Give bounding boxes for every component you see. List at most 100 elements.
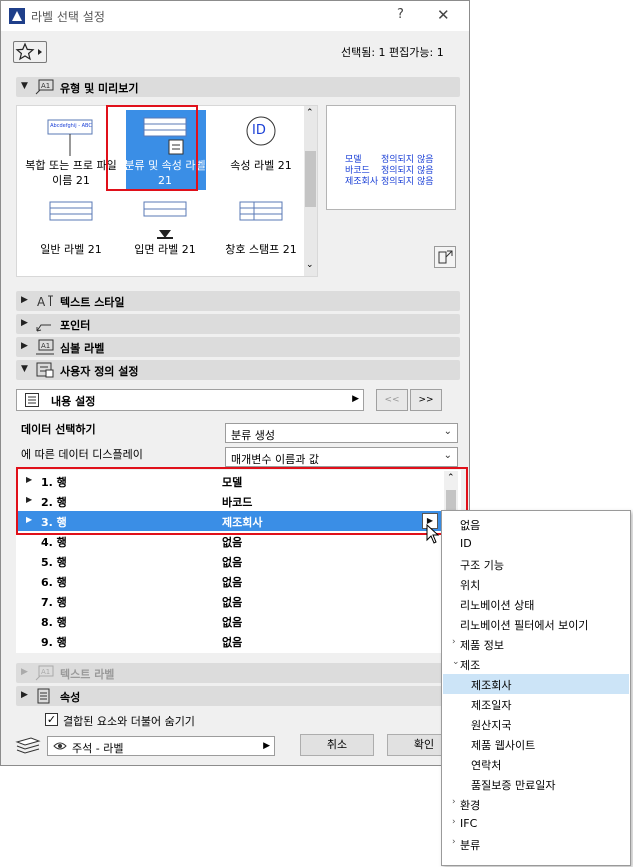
section-pointer[interactable]: ▶ 포인터	[16, 314, 460, 334]
label-thumbnail	[143, 201, 187, 239]
section-label: 포인터	[60, 319, 91, 332]
menu-item[interactable]: 구조 기능	[443, 554, 629, 574]
chevron-right-icon: ›	[452, 837, 456, 847]
mouse-cursor-icon	[426, 523, 440, 547]
row-name: 4. 행	[41, 536, 67, 549]
menu-item[interactable]: 원산지국	[443, 714, 629, 734]
data-select-dropdown[interactable]: 분류 생성 ⌄	[225, 423, 458, 443]
expand-arrow-icon: ▶	[21, 690, 28, 700]
label-type-composite[interactable]: Abcdefghij - ABC 복합 또는 프로 파일 이름 21	[23, 108, 119, 190]
row-name: 8. 행	[41, 616, 67, 629]
scroll-down-icon[interactable]: ⌄	[306, 260, 314, 270]
expand-arrow-icon: ▶	[21, 667, 28, 677]
menu-item-label: 리노베이션 상태	[460, 599, 535, 612]
label-type-property[interactable]: ID 속성 라벨 21	[213, 108, 309, 190]
properties-icon	[34, 687, 56, 708]
row-value: 없음	[222, 596, 243, 609]
layer-dropdown[interactable]: 주석 - 라벨 ▶	[47, 736, 275, 756]
section-custom-settings[interactable]: ▼ 사용자 정의 설정	[16, 360, 460, 380]
label-type-name: 창호 스탬프 21	[225, 243, 297, 256]
cancel-button[interactable]: 취소	[300, 734, 374, 756]
chevron-right-icon: ›	[452, 817, 456, 827]
preview-action-button[interactable]	[434, 246, 456, 268]
menu-group-classification[interactable]: › 분류	[443, 834, 629, 854]
label-type-elevation[interactable]: 입면 라벨 21	[117, 196, 213, 278]
selection-status: 선택됨: 1 편집가능: 1	[341, 46, 444, 59]
menu-item-label: 제품 웹사이트	[471, 739, 536, 752]
table-row[interactable]: 6. 행 없음	[16, 571, 443, 591]
section-text-style[interactable]: ▶ A 텍스트 스타일	[16, 291, 460, 311]
menu-group-manufacturing[interactable]: ⌄ 제조	[443, 654, 629, 674]
layer-icon	[15, 736, 41, 757]
section-label: 속성	[60, 691, 81, 704]
menu-item-label: 품질보증 만료일자	[471, 779, 556, 792]
svg-text:A1: A1	[41, 668, 50, 676]
row-name: 6. 행	[41, 576, 67, 589]
preview-key: 모델	[345, 155, 362, 165]
section-symbol-label[interactable]: ▶ A1 심볼 라벨	[16, 337, 460, 357]
chevron-down-icon: ⌄	[443, 426, 452, 437]
preview-key: 바코드	[345, 166, 370, 176]
custom-settings-icon	[34, 361, 56, 382]
menu-item[interactable]: 리노베이션 상태	[443, 594, 629, 614]
label-thumbnail	[49, 201, 93, 221]
pointer-icon	[34, 315, 56, 336]
scroll-up-icon[interactable]: ⌃	[306, 108, 314, 118]
thumb-text: Abcdefghij - ABC	[50, 123, 92, 129]
menu-item-label: 연락처	[471, 759, 502, 772]
scroll-thumb[interactable]	[305, 151, 316, 207]
menu-item[interactable]: 위치	[443, 574, 629, 594]
highlight-box	[16, 467, 468, 535]
menu-group-environment[interactable]: › 환경	[443, 794, 629, 814]
menu-item-label: 환경	[460, 799, 481, 812]
prev-button[interactable]: <<	[376, 389, 408, 411]
label-type-name: 일반 라벨 21	[40, 243, 102, 256]
section-properties[interactable]: ▶ 속성	[16, 686, 460, 706]
symbol-label-icon: A1	[34, 338, 56, 359]
help-button[interactable]: ?	[397, 7, 404, 22]
menu-item[interactable]: 없음	[443, 514, 629, 534]
row-name: 7. 행	[41, 596, 67, 609]
favorites-button[interactable]	[13, 41, 47, 63]
table-row[interactable]: 8. 행 없음	[16, 611, 443, 631]
menu-item-label: 위치	[460, 579, 481, 592]
thumb-text: ID	[252, 123, 266, 138]
close-button[interactable]: ✕	[437, 6, 450, 24]
hide-with-element-checkbox[interactable]: ✓	[45, 713, 58, 726]
menu-item-highlighted[interactable]: 제조회사	[443, 674, 629, 694]
display-dropdown[interactable]: 매개변수 이름과 값 ⌄	[225, 447, 458, 467]
submenu-arrow-icon: ▶	[263, 741, 270, 751]
menu-group-product-info[interactable]: › 제품 정보	[443, 634, 629, 654]
content-settings-dropdown[interactable]: 내용 설정 ▶	[16, 389, 364, 411]
table-row[interactable]: 9. 행 없음	[16, 631, 443, 651]
chevron-down-icon: ⌄	[452, 657, 460, 667]
menu-item[interactable]: ID	[443, 534, 629, 554]
submenu-arrow-icon: ▶	[352, 394, 359, 404]
list-icon	[25, 393, 39, 410]
chevron-down-icon: ⌄	[443, 450, 452, 461]
label-type-name: 입면 라벨 21	[134, 243, 196, 256]
next-button[interactable]: >>	[410, 389, 442, 411]
menu-item-label: 리노베이션 필터에서 보이기	[460, 619, 589, 632]
menu-item[interactable]: 제조일자	[443, 694, 629, 714]
menu-item[interactable]: 제품 웹사이트	[443, 734, 629, 754]
table-row[interactable]: 5. 행 없음	[16, 551, 443, 571]
menu-item-label: 없음	[460, 519, 481, 532]
menu-item[interactable]: 연락처	[443, 754, 629, 774]
row-value: 없음	[222, 576, 243, 589]
table-row[interactable]: 7. 행 없음	[16, 591, 443, 611]
hide-with-element-label: 결합된 요소와 더불어 숨기기	[63, 715, 195, 728]
text-label-icon: A1	[34, 664, 56, 685]
preview-value: 정의되지 않음	[381, 177, 434, 187]
label-type-general[interactable]: 일반 라벨 21	[23, 196, 119, 278]
section-label: 심볼 라벨	[60, 342, 105, 355]
display-label: 에 따른 데이터 디스플레이	[21, 448, 143, 461]
preview-list-scrollbar[interactable]: ⌃ ⌄	[304, 106, 317, 276]
section-type-preview[interactable]: ▼ A1 유형 및 미리보기	[16, 77, 460, 97]
menu-item[interactable]: 리노베이션 필터에서 보이기	[443, 614, 629, 634]
label-type-door-stamp[interactable]: 창호 스탬프 21	[213, 196, 309, 278]
menu-item[interactable]: 품질보증 만료일자	[443, 774, 629, 794]
eye-icon	[53, 740, 67, 755]
menu-item-label: ID	[460, 537, 472, 550]
menu-group-ifc[interactable]: › IFC	[443, 814, 629, 834]
